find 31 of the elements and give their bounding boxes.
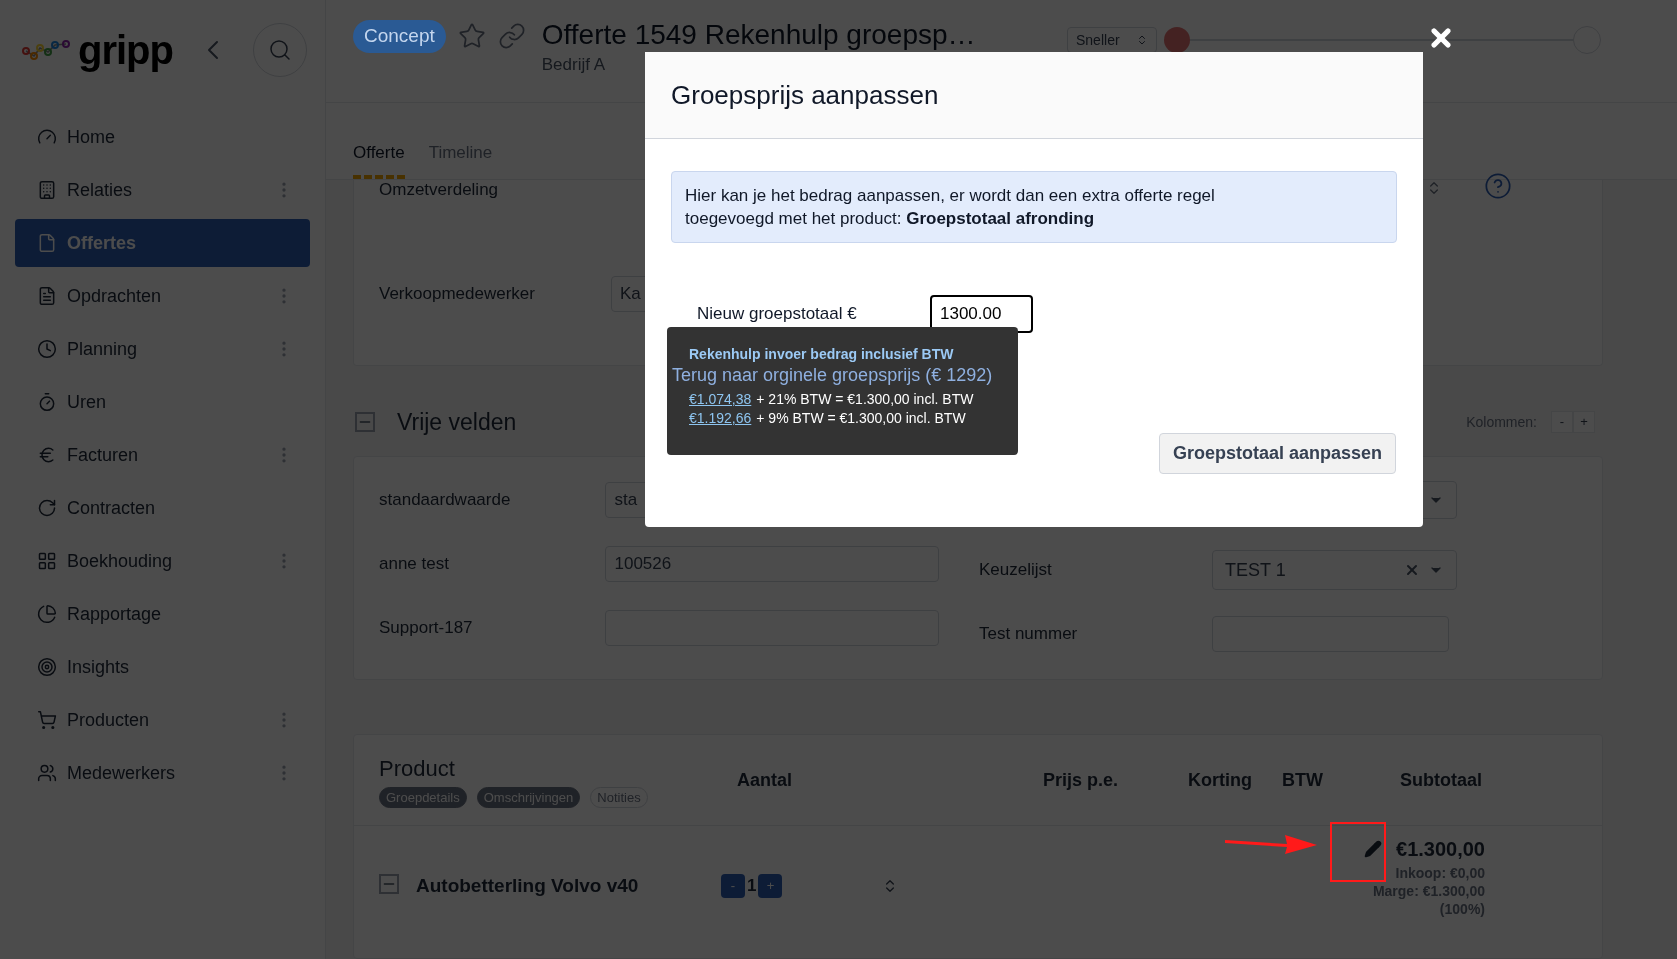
column-header: Subtotaal [1399,768,1482,792]
field-label: standaardwaarde [379,489,512,512]
amount-link[interactable]: €1.192,66 [689,409,752,428]
quantity-value: 1 [747,875,757,898]
reset-price-link[interactable]: Terug naar orginele groepsprijs (€ 1292) [672,364,993,386]
subtotal-value: €1.300,00 [1396,837,1485,862]
field-label: anne test [379,553,450,576]
amount-link[interactable]: €1.074,38 [689,390,752,409]
column-header: BTW [1281,768,1323,792]
field-label: Keuzelijst [979,559,1053,582]
info-message: Hier kan je het bedrag aanpassen, er wordt dan een extra offerte regel toegevoegd met het product: Groepstotaal afronding [671,171,1397,243]
field-label: Support-187 [379,617,474,640]
tooltip-title: Rekenhulp invoer bedrag inclusief BTW [689,345,955,364]
vat-calculation: + 21% BTW = €1.300,00 incl. BTW [756,390,974,409]
field-label: Test nummer [979,623,1079,646]
column-header: Prijs p.e. [1041,768,1118,792]
logo-text: gripp [78,30,173,70]
adjust-total-button[interactable]: Groepstotaal aanpassen [1158,433,1396,474]
section-title: Product [379,754,456,783]
page-title: Offerte 1549 Rekenhulp groepsp… [541,20,976,50]
product-name: Autobetterling Volvo v40 [416,873,640,898]
dialog-title: Groepsprijs aanpassen [671,78,939,112]
field-label: Omzetverdeling [379,180,499,200]
column-header: Korting [1187,768,1252,792]
section-title: Vrije velden [397,407,517,437]
vat-calculation: + 9% BTW = €1.300,00 incl. BTW [756,409,966,428]
highlight-frame [1330,822,1386,882]
field-label: Verkoopmedewerker [379,283,536,306]
status-badge: Concept [353,20,446,53]
field-label: Nieuw groepstotaal € [697,303,858,326]
column-header: Aantal [737,768,793,792]
